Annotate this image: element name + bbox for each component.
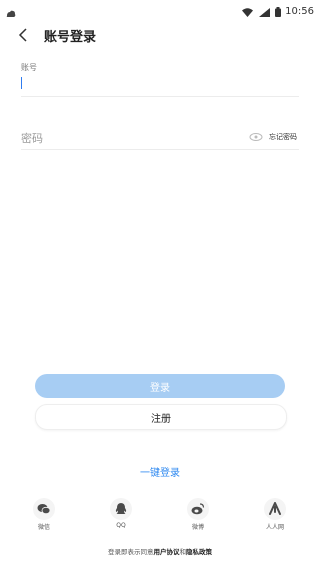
social-label: 人人网 xyxy=(265,524,284,531)
status-bar: 10:56 xyxy=(0,0,320,17)
qq-icon xyxy=(110,498,132,520)
social-renren[interactable]: 人人网 xyxy=(255,498,295,531)
password-placeholder: 密码 xyxy=(21,132,43,145)
password-divider xyxy=(21,149,299,150)
account-label: 账号 xyxy=(21,63,37,72)
agreement-text: 登录即表示同意用户协议和隐私政策 xyxy=(0,546,320,556)
page-title: 账号登录 xyxy=(44,30,97,45)
agreement-prefix: 登录即表示同意 xyxy=(108,548,154,556)
password-input[interactable]: 密码 忘记密码 xyxy=(21,128,299,148)
weibo-icon xyxy=(187,498,209,520)
eye-icon[interactable] xyxy=(249,132,263,142)
notification-icon xyxy=(6,3,16,22)
battery-icon xyxy=(257,2,271,21)
wechat-icon xyxy=(33,498,55,520)
back-button[interactable] xyxy=(14,25,34,45)
account-divider xyxy=(21,96,299,97)
social-label: QQ xyxy=(116,522,126,529)
privacy-policy-link[interactable]: 隐私政策 xyxy=(186,548,212,556)
page-header: 账号登录 xyxy=(0,22,320,48)
social-label: 微信 xyxy=(37,524,50,531)
text-caret xyxy=(21,77,22,89)
account-input[interactable] xyxy=(21,74,299,94)
wifi-icon xyxy=(242,2,254,21)
renren-icon xyxy=(264,498,286,520)
social-wechat[interactable]: 微信 xyxy=(24,498,64,531)
login-button[interactable]: 登录 xyxy=(35,374,285,398)
social-qq[interactable]: QQ xyxy=(101,498,141,529)
chevron-left-icon xyxy=(18,28,27,42)
status-time: 10:56 xyxy=(285,5,314,17)
one-key-login-link[interactable]: 一键登录 xyxy=(0,464,320,479)
forgot-password-link[interactable]: 忘记密码 xyxy=(269,132,297,142)
social-label: 微博 xyxy=(191,524,204,531)
register-button[interactable]: 注册 xyxy=(35,404,287,430)
social-weibo[interactable]: 微博 xyxy=(178,498,218,531)
user-agreement-link[interactable]: 用户协议 xyxy=(154,548,180,556)
battery-level-icon xyxy=(275,2,282,21)
